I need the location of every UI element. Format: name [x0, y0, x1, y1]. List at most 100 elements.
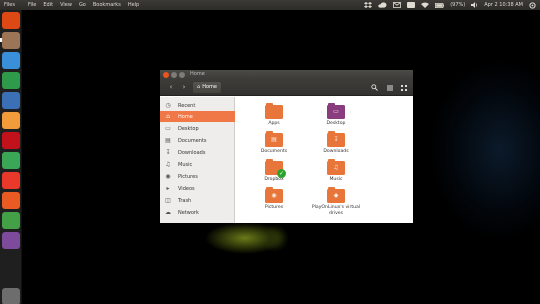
folder-label: Dropbox — [264, 177, 284, 182]
sidebar-item-network[interactable]: ☁ Network — [160, 207, 235, 218]
folder-pictures[interactable]: ◉ Pictures — [244, 187, 304, 217]
keyboard-icon[interactable] — [407, 2, 416, 8]
trash-icon: ◫ — [165, 197, 171, 204]
menu-file[interactable]: File — [28, 0, 36, 10]
music-folder-icon: ♫ — [327, 159, 345, 175]
desktop-icon: ▭ — [165, 125, 171, 132]
sidebar-item-pictures[interactable]: ◉ Pictures — [160, 171, 235, 182]
back-button[interactable]: ‹ — [165, 82, 177, 93]
window-titlebar[interactable]: Home — [160, 70, 413, 79]
folder-icon — [265, 103, 283, 119]
menu-help[interactable]: Help — [128, 0, 139, 10]
sidebar-item-documents[interactable]: ▤ Documents — [160, 135, 235, 146]
cloud-icon[interactable] — [378, 2, 387, 8]
sidebar-item-label: Trash — [178, 197, 192, 204]
folder-icon: ◆ — [327, 187, 345, 203]
folder-music[interactable]: ♫ Music — [306, 159, 366, 189]
power-gear-icon[interactable] — [529, 1, 536, 9]
folder-label: Apps — [268, 121, 280, 126]
sidebar-item-recent[interactable]: ◷ Recent — [160, 100, 235, 111]
menu-bar: File Edit View Go Bookmarks Help — [28, 0, 139, 10]
folder-apps[interactable]: Apps — [244, 103, 304, 133]
menu-go[interactable]: Go — [79, 0, 86, 10]
dropbox-folder-icon: ✓ — [265, 159, 286, 178]
lens-icon[interactable] — [2, 132, 20, 149]
chrome-icon[interactable] — [2, 152, 20, 169]
top-panel: Files File Edit View Go Bookmarks Help (… — [0, 0, 540, 10]
files-icon[interactable] — [2, 32, 20, 49]
folder-documents[interactable]: ▤ Documents — [244, 131, 304, 161]
sidebar-item-label: Desktop — [178, 125, 199, 132]
volume-icon[interactable] — [471, 2, 478, 8]
search-icon[interactable] — [368, 82, 380, 93]
file-manager-window: Home ‹ › ⌂ Home ◷ Recent ⌂ Home ▭ Deskto… — [160, 70, 413, 223]
dropbox-icon[interactable] — [364, 1, 373, 9]
app-red-icon[interactable] — [2, 172, 20, 189]
writer-icon[interactable] — [2, 52, 20, 69]
sidebar-item-label: Music — [178, 161, 193, 168]
sidebar-item-label: Downloads — [178, 149, 206, 156]
sidebar-item-label: Documents — [178, 137, 207, 144]
location-home-button[interactable]: ⌂ Home — [193, 82, 221, 93]
file-grid: Apps ▭ Desktop ▤ Documents ↧ Downloads ✓… — [236, 97, 413, 223]
folder-label: Music — [329, 177, 343, 182]
sidebar-item-videos[interactable]: ▸ Videos — [160, 183, 235, 194]
sidebar-item-desktop[interactable]: ▭ Desktop — [160, 123, 235, 134]
sidebar-item-music[interactable]: ♫ Music — [160, 159, 235, 170]
trash-icon[interactable] — [2, 288, 20, 304]
pictures-folder-icon: ◉ — [265, 187, 283, 203]
desktop-folder-icon: ▭ — [327, 103, 345, 119]
minimize-icon[interactable] — [171, 72, 177, 78]
sidebar-item-label: Recent — [178, 102, 196, 109]
clock[interactable]: Apr 2 10:38 AM — [484, 0, 523, 10]
app-purple-icon[interactable] — [2, 232, 20, 249]
network-icon: ☁ — [165, 209, 171, 216]
sidebar-item-home[interactable]: ⌂ Home — [160, 111, 235, 122]
sidebar-item-label: Network — [178, 209, 199, 216]
battery-percent: (97%) — [450, 2, 466, 8]
menu-edit[interactable]: Edit — [43, 0, 53, 10]
folder-playonlinux-drives[interactable]: ◆ PlayOnLinux's virtual drives — [306, 187, 366, 217]
app-green-icon[interactable] — [2, 212, 20, 229]
folder-downloads[interactable]: ↧ Downloads — [306, 131, 366, 161]
video-icon: ▸ — [166, 185, 170, 192]
folder-label: PlayOnLinux's virtual drives — [311, 205, 361, 216]
maximize-icon[interactable] — [179, 72, 185, 78]
home-icon: ⌂ — [166, 113, 170, 120]
launcher — [0, 10, 22, 304]
folder-dropbox[interactable]: ✓ Dropbox — [244, 159, 304, 189]
close-icon[interactable] — [163, 72, 169, 78]
camera-icon: ◉ — [165, 173, 171, 180]
app-name: Files — [4, 2, 15, 8]
battery-icon[interactable] — [435, 2, 445, 8]
ubuntu-dash-icon[interactable] — [2, 12, 20, 29]
sidebar-item-downloads[interactable]: ↧ Downloads — [160, 147, 235, 158]
software-center-icon[interactable] — [2, 112, 20, 129]
folder-label: Desktop — [326, 121, 346, 126]
mail-icon[interactable] — [393, 2, 402, 8]
toolbar: ‹ › ⌂ Home — [160, 79, 413, 96]
menu-view[interactable]: View — [60, 0, 72, 10]
menu-bookmarks[interactable]: Bookmarks — [93, 0, 121, 10]
synced-check-icon: ✓ — [277, 169, 286, 178]
network-wifi-icon[interactable] — [421, 2, 430, 8]
impress-icon[interactable] — [2, 192, 20, 209]
folder-label: Downloads — [323, 149, 349, 154]
places-sidebar: ◷ Recent ⌂ Home ▭ Desktop ▤ Documents ↧ … — [160, 97, 235, 223]
grid-view-icon[interactable] — [398, 82, 410, 93]
firefox-icon[interactable] — [2, 92, 20, 109]
location-label: Home — [202, 84, 217, 90]
list-view-icon[interactable] — [384, 82, 396, 93]
active-app-indicator — [0, 38, 2, 42]
folder-desktop[interactable]: ▭ Desktop — [306, 103, 366, 133]
calc-icon[interactable] — [2, 72, 20, 89]
forward-button[interactable]: › — [178, 82, 190, 93]
sidebar-item-label: Home — [178, 113, 193, 120]
sidebar-item-label: Pictures — [178, 173, 198, 180]
sidebar-item-trash[interactable]: ◫ Trash — [160, 195, 235, 206]
music-icon: ♫ — [165, 161, 171, 168]
indicator-area: (97%) Apr 2 10:38 AM — [364, 0, 536, 10]
clock-icon: ◷ — [165, 102, 171, 109]
home-icon: ⌂ — [197, 84, 201, 90]
folder-label: Pictures — [264, 205, 284, 210]
